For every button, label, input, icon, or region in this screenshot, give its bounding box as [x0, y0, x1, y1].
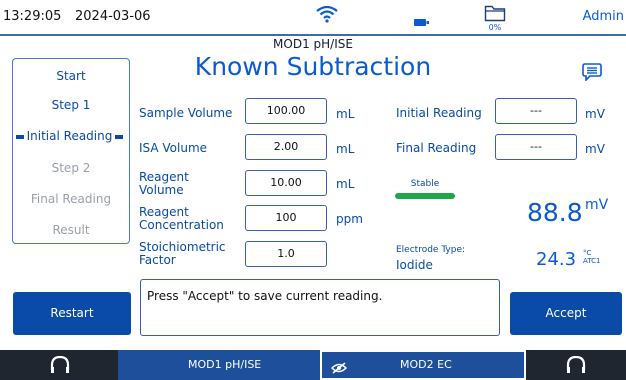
- reagent-concentration-field[interactable]: 100: [245, 205, 327, 231]
- accept-button[interactable]: Accept: [510, 292, 622, 335]
- stoichiometric-factor-field[interactable]: 1.0: [245, 241, 327, 267]
- isa-volume-unit: mL: [336, 142, 355, 156]
- reagent-volume-field[interactable]: 10.00: [245, 170, 327, 196]
- battery-icon: [414, 12, 430, 31]
- status-bar: 13:29:05 2024-03-06 0% Admin: [0, 0, 626, 36]
- message-box: Press "Accept" to save current reading.: [140, 279, 500, 336]
- sample-volume-field[interactable]: 100.00: [245, 98, 327, 124]
- temperature-value: 24.3: [536, 249, 577, 270]
- step-final-reading: Final Reading: [30, 192, 112, 206]
- wifi-icon: [316, 5, 338, 27]
- status-date: 2024-03-06: [75, 9, 151, 24]
- tab-mod1[interactable]: MOD1 pH/ISE: [118, 350, 320, 380]
- user-label[interactable]: Admin: [583, 9, 624, 24]
- screen: 13:29:05 2024-03-06 0% Admin MOD1 pH/ISE…: [0, 0, 626, 380]
- tab-mod1-label: MOD1 pH/ISE: [188, 358, 262, 371]
- headset-right-icon: [566, 355, 586, 378]
- stoichiometric-factor-label: Stoichiometric Factor: [139, 240, 226, 267]
- module-name: MOD1 pH/ISE: [273, 37, 353, 51]
- headset-left-icon: [50, 355, 70, 378]
- current-step-marker-left: [15, 134, 24, 139]
- temperature-unit-symbol: °C: [583, 249, 592, 257]
- stability-indicator: [395, 193, 455, 199]
- step-initial-reading: Initial Reading: [13, 129, 129, 143]
- status-time: 13:29:05: [3, 9, 62, 24]
- stability-label: Stable: [410, 179, 440, 189]
- back-segment[interactable]: [0, 350, 118, 380]
- initial-reading-field: ---: [495, 98, 577, 124]
- electrode-type-label: Electrode Type:: [396, 245, 466, 255]
- sample-volume-unit: mL: [336, 107, 355, 121]
- reagent-volume-label: Reagent Volume: [139, 170, 189, 197]
- initial-reading-label: Initial Reading: [396, 106, 482, 120]
- forward-segment[interactable]: [526, 350, 626, 380]
- storage-percent: 0%: [488, 23, 502, 32]
- module-bar: MOD1 pH/ISE MOD2 EC: [0, 350, 626, 380]
- isa-volume-field[interactable]: 2.00: [245, 134, 327, 160]
- tab-mod2-label: MOD2 EC: [400, 358, 452, 371]
- current-step-marker-right: [115, 134, 124, 139]
- notes-icon[interactable]: [582, 63, 602, 85]
- reagent-volume-unit: mL: [336, 177, 355, 191]
- final-reading-label: Final Reading: [396, 141, 477, 155]
- restart-button[interactable]: Restart: [13, 292, 131, 335]
- tab-mod2[interactable]: MOD2 EC: [320, 350, 526, 380]
- isa-volume-label: ISA Volume: [139, 141, 208, 155]
- electrode-type-value: Iodide: [396, 258, 433, 272]
- folder-icon[interactable]: 0%: [484, 3, 506, 32]
- temperature-source: ATC1: [583, 257, 601, 265]
- measurement-value: 88.8: [527, 198, 583, 227]
- temperature-unit: °C ATC1: [583, 249, 600, 265]
- step-start: Start: [56, 69, 86, 83]
- sample-volume-label: Sample Volume: [139, 106, 233, 120]
- final-reading-field: ---: [495, 134, 577, 160]
- hidden-icon: [330, 359, 348, 378]
- initial-reading-unit: mV: [585, 107, 605, 121]
- measurement-unit: mV: [585, 197, 609, 213]
- step-initial-reading-label: Initial Reading: [26, 129, 113, 143]
- final-reading-unit: mV: [585, 142, 605, 156]
- step-2: Step 2: [51, 161, 91, 175]
- reagent-concentration-unit: ppm: [336, 212, 363, 226]
- steps-panel: Start Step 1 Initial Reading Step 2 Fina…: [12, 58, 130, 244]
- reagent-concentration-label: Reagent Concentration: [139, 205, 224, 232]
- step-result: Result: [52, 223, 90, 237]
- step-1: Step 1: [51, 98, 91, 112]
- message-text: Press "Accept" to save current reading.: [147, 289, 383, 303]
